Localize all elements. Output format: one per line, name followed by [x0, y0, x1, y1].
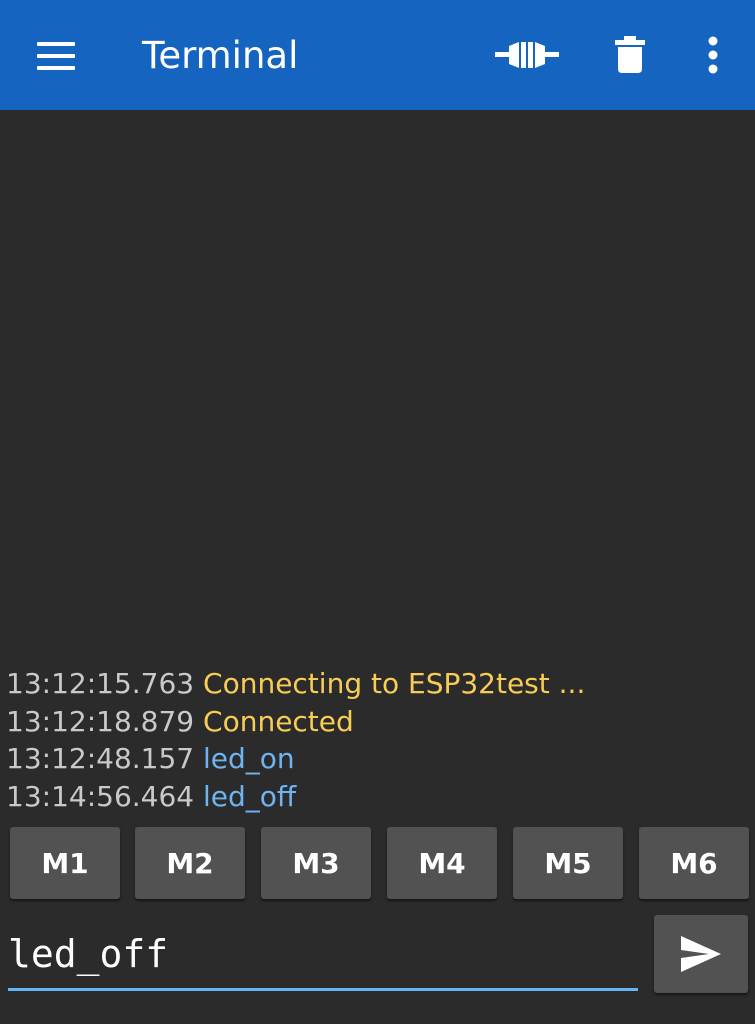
macro-button-m4[interactable]: M4 — [387, 827, 497, 899]
log-message: led_on — [203, 742, 295, 775]
overflow-menu-button[interactable] — [695, 25, 731, 85]
menu-icon[interactable] — [37, 42, 75, 70]
macro-button-m2[interactable]: M2 — [135, 827, 245, 899]
log-line: 13:12:48.157 led_on — [6, 740, 751, 778]
connect-button[interactable] — [490, 25, 564, 85]
terminal-app: Terminal 13:12:15.763 Connecting to ESP3… — [0, 0, 755, 1024]
send-icon — [681, 936, 721, 972]
delete-icon — [615, 36, 645, 73]
log-line: 13:12:18.879 Connected — [6, 703, 751, 741]
macro-button-m1[interactable]: M1 — [10, 827, 120, 899]
log-line: 13:14:56.464 led_off — [6, 778, 751, 816]
clear-button[interactable] — [606, 25, 654, 85]
overflow-menu-icon — [708, 36, 718, 74]
send-input-container — [8, 920, 638, 992]
log-timestamp: 13:12:15.763 — [6, 667, 195, 700]
macro-button-m5[interactable]: M5 — [513, 827, 623, 899]
log-timestamp: 13:14:56.464 — [6, 779, 195, 813]
macro-button-m3[interactable]: M3 — [261, 827, 371, 899]
send-text-input[interactable] — [8, 920, 638, 991]
log-message: Connected — [203, 704, 354, 738]
macro-button-m6[interactable]: M6 — [639, 827, 749, 899]
macro-button-row: M1 M2 M3 M4 M5 M6 — [10, 827, 750, 899]
log-timestamp: 13:12:48.157 — [6, 742, 195, 775]
connect-icon — [495, 42, 559, 68]
log-line: 13:12:15.763 Connecting to ESP32test ... — [6, 665, 751, 703]
log-timestamp: 13:12:18.879 — [6, 704, 195, 738]
send-button[interactable] — [654, 915, 748, 993]
page-title: Terminal — [142, 34, 299, 77]
terminal-output[interactable]: 13:12:15.763 Connecting to ESP32test ...… — [6, 665, 751, 815]
log-message: led_off — [203, 779, 297, 813]
app-toolbar: Terminal — [0, 0, 755, 110]
log-message: Connecting to ESP32test ... — [203, 667, 586, 700]
